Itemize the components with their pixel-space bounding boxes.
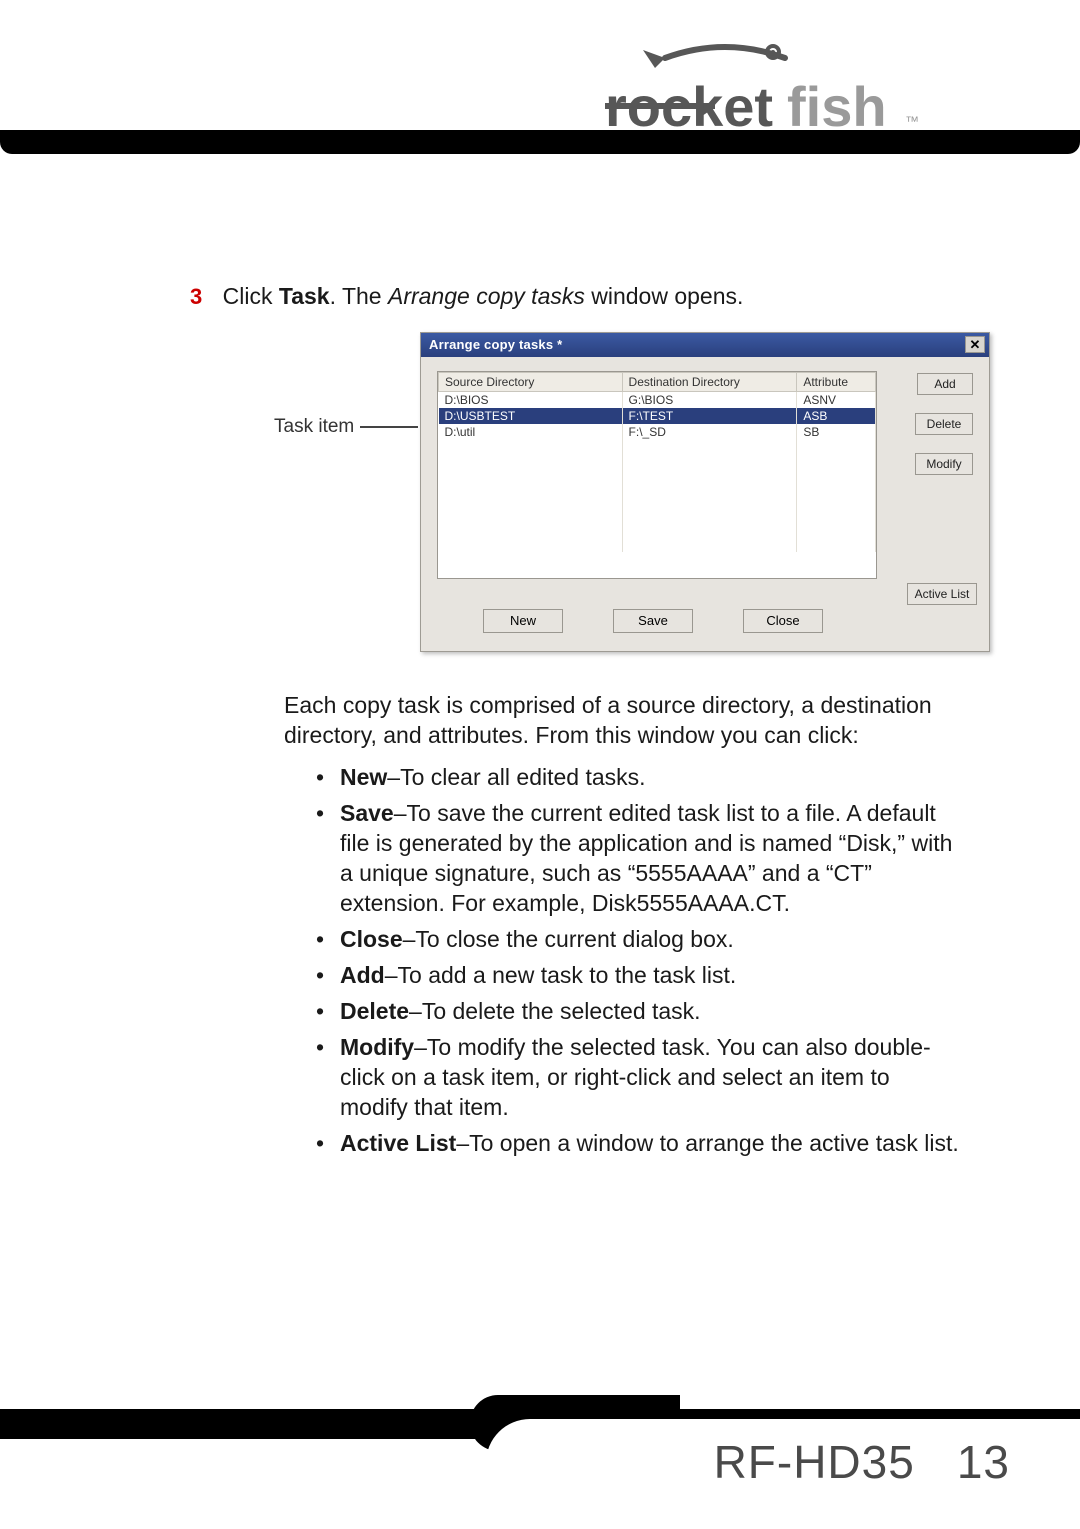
col-attribute[interactable]: Attribute [797,373,876,392]
table-row[interactable] [439,538,876,552]
bullet-lead: Delete [340,998,409,1024]
list-item: Active List–To open a window to arrange … [312,1128,962,1158]
bullet-text: –To clear all edited tasks. [387,764,645,790]
save-button[interactable]: Save [613,609,693,633]
table-row[interactable] [439,454,876,468]
col-source[interactable]: Source Directory [439,373,623,392]
callout-leader-line [360,426,418,428]
intro-paragraph: Each copy task is comprised of a source … [284,690,964,750]
cell-dest: F:\_SD [622,424,797,440]
footer-text: RF-HD35 13 [714,1435,1010,1489]
bullet-lead: New [340,764,387,790]
option-bullet-list: New–To clear all edited tasks. Save–To s… [312,762,962,1164]
bullet-text: –To add a new task to the task list. [385,962,737,988]
header-band-lower [0,138,1080,154]
bullet-text: –To close the current dialog box. [403,926,734,952]
svg-text:fish: fish [787,75,887,138]
page-number: 13 [957,1436,1010,1488]
step-text-prefix: Click [223,283,279,309]
cell-source: D:\BIOS [439,392,623,409]
list-item: Close–To close the current dialog box. [312,924,962,954]
bullet-text: –To delete the selected task. [409,998,701,1024]
cell-attr: ASB [797,408,876,424]
step-text-italic: Arrange copy tasks [388,283,585,309]
close-button[interactable]: Close [743,609,823,633]
list-item: Delete–To delete the selected task. [312,996,962,1026]
dialog-titlebar: Arrange copy tasks * ✕ [421,333,989,357]
table-row[interactable] [439,482,876,496]
cell-attr: ASNV [797,392,876,409]
bullet-text: –To modify the selected task. You can al… [340,1034,931,1120]
list-item: Save–To save the current edited task lis… [312,798,962,918]
step-text-bold: Task [279,283,330,309]
table-row[interactable] [439,468,876,482]
product-model: RF-HD35 [714,1436,915,1488]
table-row[interactable]: D:\USBTEST F:\TEST ASB [439,408,876,424]
list-item: Add–To add a new task to the task list. [312,960,962,990]
svg-text:rocket: rocket [605,75,773,138]
step-text-mid: . The [330,283,388,309]
header-area: rocket fish ™ [0,0,1080,190]
window-close-button[interactable]: ✕ [965,336,985,353]
bullet-text: –To save the current edited task list to… [340,800,952,916]
bullet-lead: Add [340,962,385,988]
new-button[interactable]: New [483,609,563,633]
table-row[interactable] [439,510,876,524]
delete-button[interactable]: Delete [915,413,973,435]
bullet-lead: Close [340,926,403,952]
bullet-lead: Active List [340,1130,456,1156]
table-row[interactable]: D:\BIOS G:\BIOS ASNV [439,392,876,409]
rocketfish-logo: rocket fish ™ [605,28,965,138]
cell-attr: SB [797,424,876,440]
task-table[interactable]: Source Directory Destination Directory A… [437,371,877,579]
bullet-lead: Modify [340,1034,414,1060]
arrange-copy-tasks-dialog: Arrange copy tasks * ✕ Source Directory … [420,332,990,652]
step-text-suffix: window opens. [585,283,744,309]
table-row[interactable] [439,524,876,538]
bullet-lead: Save [340,800,394,826]
step-3-instruction: 3 Click Task. The Arrange copy tasks win… [190,283,743,310]
step-number: 3 [190,284,202,309]
cell-source: D:\util [439,424,623,440]
modify-button[interactable]: Modify [915,453,973,475]
callout-task-item-label: Task item [274,416,354,438]
table-row[interactable] [439,496,876,510]
col-destination[interactable]: Destination Directory [622,373,797,392]
svg-text:™: ™ [905,113,919,129]
table-row[interactable] [439,440,876,454]
cell-source: D:\USBTEST [439,408,623,424]
add-button[interactable]: Add [917,373,973,395]
bullet-text: –To open a window to arrange the active … [456,1130,958,1156]
cell-dest: G:\BIOS [622,392,797,409]
list-item: New–To clear all edited tasks. [312,762,962,792]
manual-page: rocket fish ™ 3 Click Task. The Arrange … [0,0,1080,1529]
active-list-button[interactable]: Active List [907,583,977,605]
table-header-row: Source Directory Destination Directory A… [439,373,876,392]
list-item: Modify–To modify the selected task. You … [312,1032,962,1122]
dialog-title: Arrange copy tasks * [429,337,562,352]
table-row[interactable]: D:\util F:\_SD SB [439,424,876,440]
cell-dest: F:\TEST [622,408,797,424]
